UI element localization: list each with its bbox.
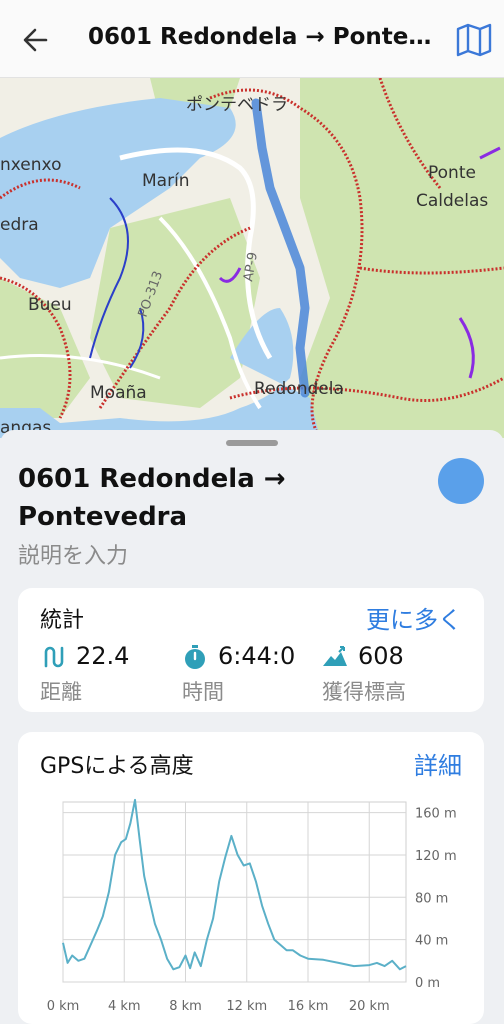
y-tick-label: 80 m [415,891,448,906]
stopwatch-icon [185,645,205,669]
place-label: Marín [142,171,190,191]
y-tick-label: 40 m [415,934,448,949]
elevation-line [62,798,407,971]
x-tick-label: 0 km [47,999,80,1014]
drag-handle[interactable] [226,440,278,446]
place-label: Bueu [28,295,72,315]
page-title: 0601 Redondela → Pontevedra [88,24,438,50]
elevation-card: GPSによる高度 詳細 0 km 4 km 8 km 12 km 16 km 20 km 0… [18,732,484,1024]
y-tick-label: 120 m [415,849,457,864]
route-color-button[interactable] [438,458,484,504]
x-tick-label: 16 km [288,999,329,1014]
distance-label: 距離 [40,680,82,704]
x-tick-label: 20 km [349,999,390,1014]
route-name[interactable]: 0601 Redondela → Pontevedra [18,460,418,536]
back-button[interactable] [18,22,54,58]
description-field[interactable]: 説明を入力 [18,538,128,570]
top-app-bar: 0601 Redondela → Pontevedra [0,0,504,78]
ascent-icon [323,646,347,666]
map-icon [456,23,492,57]
place-label: edra [0,215,39,235]
stats-title: 統計 [40,608,85,633]
x-tick-label: 8 km [169,999,202,1014]
place-label: nxenxo [0,155,61,175]
bottom-sheet: 0601 Redondela → Pontevedra 説明を入力 統計 更に多… [0,430,504,1024]
y-tick-label: 0 m [415,976,440,991]
route-map[interactable]: ポンテベドラ nxenxo Marín Ponte Caldelas edra … [0,78,504,438]
ascent-value: 608 [358,642,404,670]
more-stats-link[interactable]: 更に多く [366,600,462,635]
route-icon [44,646,64,668]
arrow-left-icon [23,28,48,52]
map-button[interactable] [454,20,494,60]
place-label: Moaña [90,383,147,403]
place-label: Caldelas [416,191,488,211]
plot-frame [62,801,407,983]
y-tick-label: 160 m [415,807,457,822]
map-canvas: ポンテベドラ nxenxo Marín Ponte Caldelas edra … [0,78,504,438]
ascent-label: 獲得標高 [322,680,406,704]
time-value: 6:44:0 [218,642,296,670]
x-tick-label: 4 km [108,999,141,1014]
distance-value: 22.4 [76,642,130,670]
x-tick-label: 12 km [226,999,267,1014]
place-label: Redondela [254,379,344,399]
place-label: ポンテベドラ [186,95,288,115]
place-label: Ponte [428,163,476,183]
elevation-chart[interactable]: 0 km 4 km 8 km 12 km 16 km 20 km 0 m 40 m 80 m 12… [18,732,484,1024]
stats-card: 統計 更に多く 22.4 距離 6:44:0 時間 608 獲得標高 [18,588,484,712]
time-label: 時間 [182,680,224,704]
